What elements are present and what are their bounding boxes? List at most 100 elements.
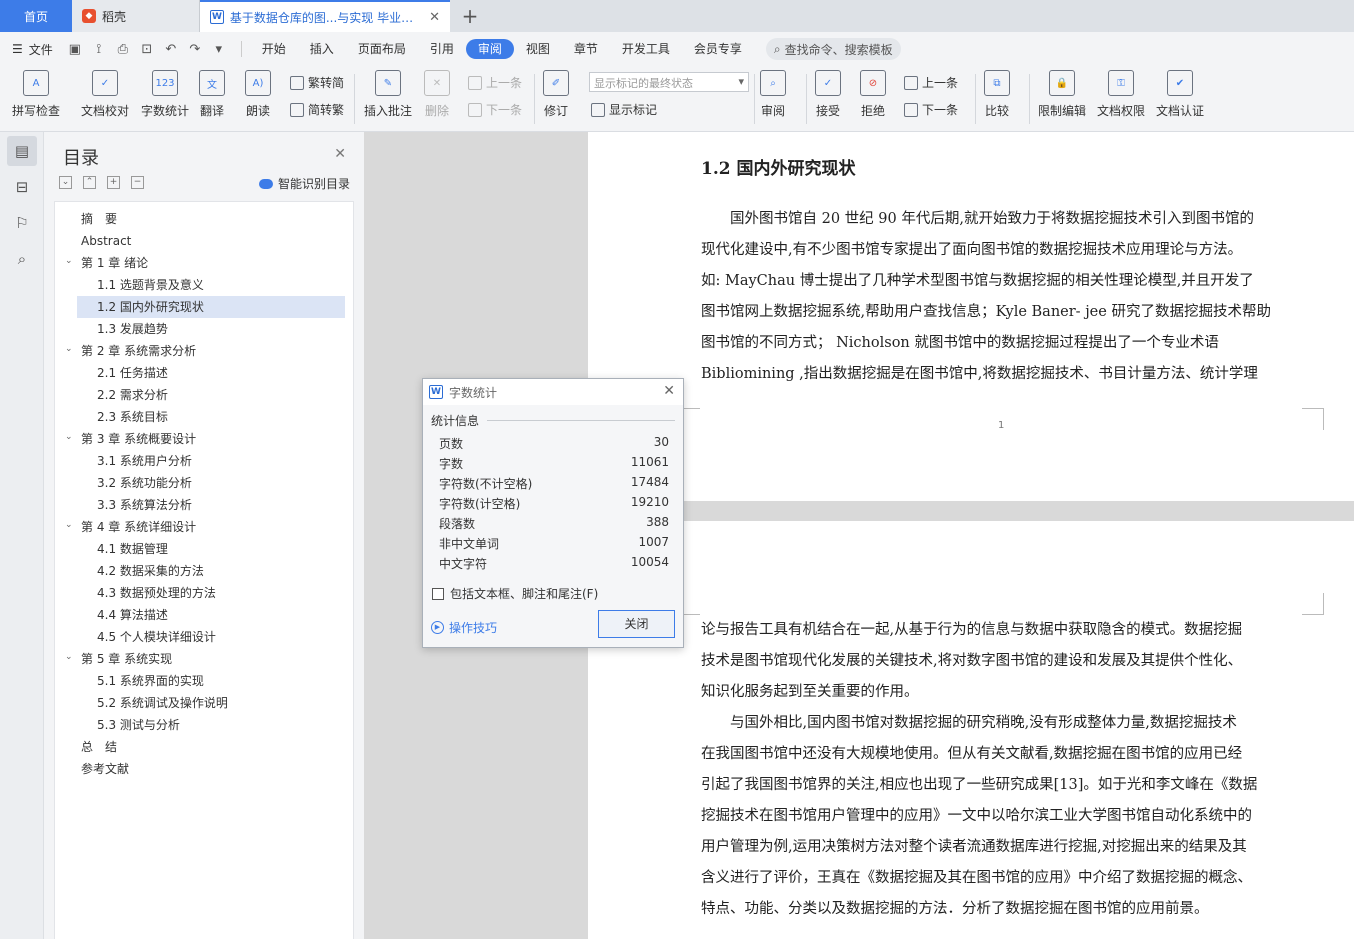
review-ribbon: A 拼写检查 ✓ 文档校对 123 字数统计 文翻译 A) 朗读 繁转简 简转繁 ✎ 插入… [0, 66, 1354, 132]
file-menu[interactable]: ☰ 文件 [12, 41, 53, 58]
toc-item[interactable]: 第 3 章 系统概要设计 [71, 428, 339, 450]
toc-item[interactable]: 第 2 章 系统需求分析 [71, 340, 339, 362]
next-change-button[interactable]: 下一条 [904, 101, 958, 118]
accept-button[interactable]: ✓ 接受 [815, 70, 841, 119]
menu-tab-developer[interactable]: 开发工具 [610, 39, 682, 59]
read-aloud-button[interactable]: A) 朗读 [245, 70, 271, 119]
toc-item[interactable]: 参考文献 [71, 758, 339, 780]
dialog-close-icon[interactable]: ✕ [663, 383, 675, 399]
menu-tab-references[interactable]: 引用 [418, 39, 466, 59]
menu-tab-home[interactable]: 开始 [250, 39, 298, 59]
trad-to-simp-button[interactable]: 繁转简 [290, 74, 344, 91]
include-textbox-checkbox[interactable]: 包括文本框、脚注和尾注(F) [432, 585, 598, 602]
translate-button[interactable]: 文翻译 [199, 70, 225, 119]
read-aloud-icon: A) [245, 70, 271, 96]
expand-chevron-icon[interactable]: ⌄ [65, 344, 73, 354]
nav-close-icon[interactable]: ✕ [334, 146, 346, 162]
toc-item[interactable]: 第 4 章 系统详细设计 [71, 516, 339, 538]
toc-item[interactable]: 5.2 系统调试及操作说明 [77, 692, 345, 714]
page-1[interactable]: 1.2 国内外研究现状 国外图书馆自 20 世纪 90 年代后期,就开始致力于将… [588, 132, 1354, 501]
toc-item[interactable]: 3.2 系统功能分析 [77, 472, 345, 494]
toc-item[interactable]: 3.1 系统用户分析 [77, 450, 345, 472]
markup-state-select[interactable]: 显示标记的最终状态 [589, 72, 749, 92]
compare-label: 比较 [984, 104, 1009, 118]
new-tab-icon[interactable]: + [450, 0, 490, 32]
toc-item[interactable]: 总 结 [71, 736, 339, 758]
restrict-edit-button[interactable]: 🔒 限制编辑 [1038, 70, 1086, 119]
next-comment-button[interactable]: 下一条 [468, 101, 522, 118]
nav-title: 目录 [63, 148, 99, 169]
add-heading-icon[interactable]: + [107, 176, 120, 189]
smart-toc-button[interactable]: 智能识别目录 [258, 175, 350, 192]
toc-icon[interactable]: ▤ [7, 136, 37, 166]
toc-item[interactable]: 5.3 测试与分析 [77, 714, 345, 736]
tab-close-icon[interactable]: ✕ [429, 10, 440, 25]
restrict-edit-label: 限制编辑 [1038, 104, 1087, 118]
toc-item[interactable]: 1.3 发展趋势 [77, 318, 345, 340]
toc-item[interactable]: 4.4 算法描述 [77, 604, 345, 626]
review-pane-button[interactable]: ⌕ 审阅 [760, 70, 786, 119]
bookmark-icon[interactable]: ⚐ [7, 208, 37, 238]
spell-check-button[interactable]: A 拼写检查 [12, 70, 60, 119]
show-markup-button[interactable]: 显示标记 [591, 101, 657, 118]
toc-item[interactable]: 3.3 系统算法分析 [77, 494, 345, 516]
print-icon[interactable]: ⎙ [113, 42, 133, 57]
close-button[interactable]: 关闭 [598, 610, 675, 638]
command-search[interactable]: ⌕ 查找命令、搜索模板 [765, 38, 901, 60]
word-count-button[interactable]: 123 字数统计 [141, 70, 189, 119]
doc-permission-button[interactable]: ⚿ 文档权限 [1097, 70, 1145, 119]
expand-up-icon[interactable]: ⌃ [83, 176, 96, 189]
toc-item[interactable]: 第 5 章 系统实现 [71, 648, 339, 670]
toc-item[interactable]: 摘 要 [71, 208, 339, 230]
menu-tab-view[interactable]: 视图 [514, 39, 562, 59]
expand-chevron-icon[interactable]: ⌄ [65, 520, 73, 530]
tab-home[interactable]: 首页 [0, 0, 72, 32]
customize-dropdown-icon[interactable]: ▾ [209, 42, 229, 57]
remove-heading-icon[interactable]: − [131, 176, 144, 189]
doc-proof-button[interactable]: ✓ 文档校对 [81, 70, 129, 119]
toc-item[interactable]: 4.5 个人模块详细设计 [77, 626, 345, 648]
menu-tab-insert[interactable]: 插入 [298, 39, 346, 59]
print-preview-icon[interactable]: ⊡ [137, 42, 157, 57]
tab-document[interactable]: W 基于数据仓库的图...与实现 毕业论文 ✕ [200, 0, 450, 32]
find-icon[interactable]: ⌕ [7, 244, 37, 274]
compare-button[interactable]: ⧉ 比较 [984, 70, 1010, 119]
expand-chevron-icon[interactable]: ⌄ [65, 256, 73, 266]
expand-chevron-icon[interactable]: ⌄ [65, 652, 73, 662]
toc-item[interactable]: 5.1 系统界面的实现 [77, 670, 345, 692]
tab-daoke[interactable]: ◆ 稻壳 [72, 0, 200, 32]
prev-change-button[interactable]: 上一条 [904, 74, 958, 91]
format-painter-icon[interactable]: ⟟ [89, 42, 109, 57]
menu-tab-member[interactable]: 会员专享 [682, 39, 754, 59]
menu-tab-review[interactable]: 审阅 [465, 39, 514, 59]
toc-item[interactable]: 4.3 数据预处理的方法 [77, 582, 345, 604]
doc-cert-button[interactable]: ✔ 文档认证 [1156, 70, 1204, 119]
prev-comment-button[interactable]: 上一条 [468, 74, 522, 91]
collapse-all-icon[interactable]: ⌄ [59, 176, 72, 189]
toc-item[interactable]: 1.2 国内外研究现状 [77, 296, 345, 318]
left-toolbar: ▤ ⊟ ⚐ ⌕ [0, 132, 44, 939]
undo-icon[interactable]: ↶ [161, 42, 181, 57]
delete-comment-button[interactable]: ✕ 删除 [424, 70, 450, 119]
save-icon[interactable]: ▣ [65, 42, 85, 57]
reject-button[interactable]: ⊘ 拒绝 [860, 70, 886, 119]
simp-to-trad-button[interactable]: 简转繁 [290, 101, 344, 118]
toc-item[interactable]: 第 1 章 绪论 [71, 252, 339, 274]
toc-item[interactable]: 2.2 需求分析 [77, 384, 345, 406]
redo-icon[interactable]: ↷ [185, 42, 205, 57]
toc-item[interactable]: Abstract [71, 230, 339, 252]
toc-item[interactable]: 2.1 任务描述 [77, 362, 345, 384]
menu-tab-chapter[interactable]: 章节 [562, 39, 610, 59]
menu-tab-layout[interactable]: 页面布局 [346, 39, 418, 59]
dialog-titlebar: W 字数统计 [423, 379, 683, 405]
chapter-nav-icon[interactable]: ⊟ [7, 172, 37, 202]
toc-item[interactable]: 4.2 数据采集的方法 [77, 560, 345, 582]
track-changes-button[interactable]: ✐ 修订 [543, 70, 569, 119]
toc-item[interactable]: 1.1 选题背景及意义 [77, 274, 345, 296]
insert-comment-button[interactable]: ✎ 插入批注 [364, 70, 412, 119]
tips-link[interactable]: ▶ 操作技巧 [431, 619, 497, 636]
toc-item[interactable]: 2.3 系统目标 [77, 406, 345, 428]
expand-chevron-icon[interactable]: ⌄ [65, 432, 73, 442]
page-2[interactable]: 论与报告工具有机结合在一起,从基于行为的信息与数据中获取隐含的模式。数据挖掘 技术… [588, 521, 1354, 939]
toc-item[interactable]: 4.1 数据管理 [77, 538, 345, 560]
